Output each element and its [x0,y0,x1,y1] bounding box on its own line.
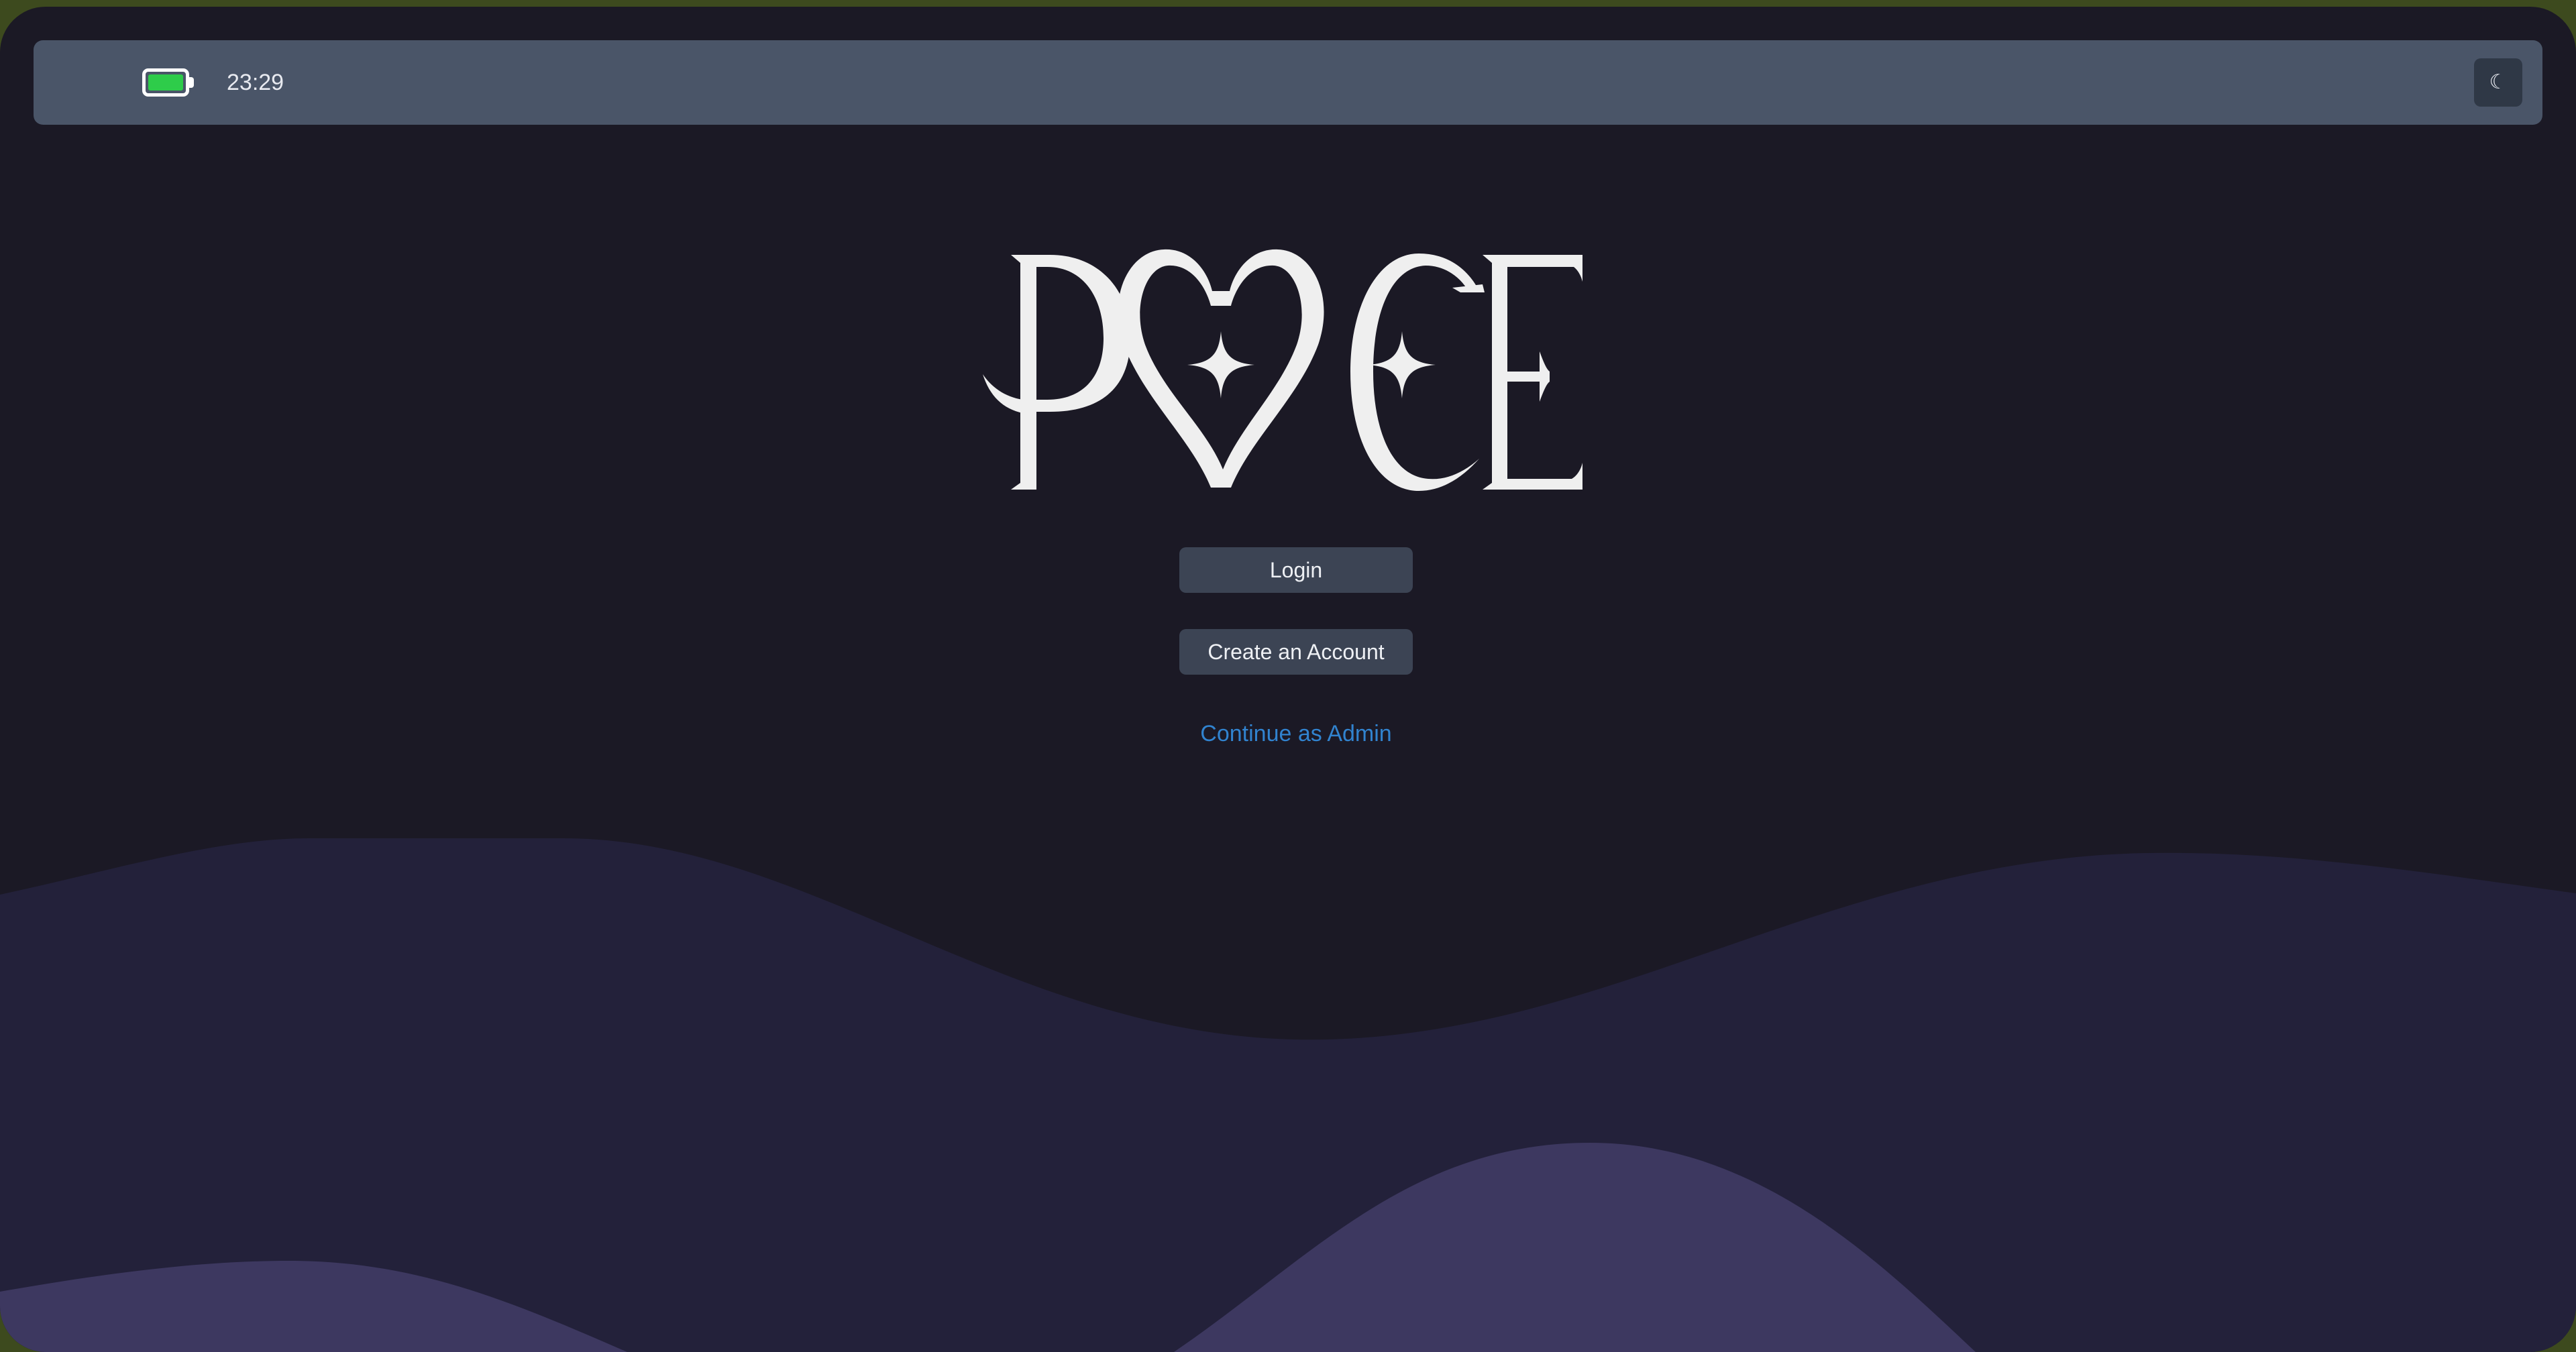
background-waves [0,838,2576,1352]
clock: 23:29 [227,70,284,95]
logo-heart-icon [1118,249,1324,488]
logo-letter-e [1483,255,1582,490]
status-bar: 23:29 ☾ [34,40,2542,125]
logo-letter-c [1350,253,1485,491]
app-screen: 23:29 ☾ Login Create an Account Continue… [0,7,2576,1352]
sparkle-icon [1187,331,1254,398]
battery-body [142,68,189,97]
app-logo [983,249,1582,491]
login-button[interactable]: Login [1179,547,1413,593]
logo-letter-p [983,255,1130,490]
battery-tip [189,77,194,88]
moon-icon: ☾ [2489,70,2508,94]
battery-level [148,74,183,91]
create-account-button[interactable]: Create an Account [1179,629,1413,675]
continue-as-admin-link[interactable]: Continue as Admin [1154,718,1438,750]
battery-full-icon [142,68,195,97]
theme-toggle-button[interactable]: ☾ [2474,58,2522,107]
sparkle-icon [1368,331,1436,398]
